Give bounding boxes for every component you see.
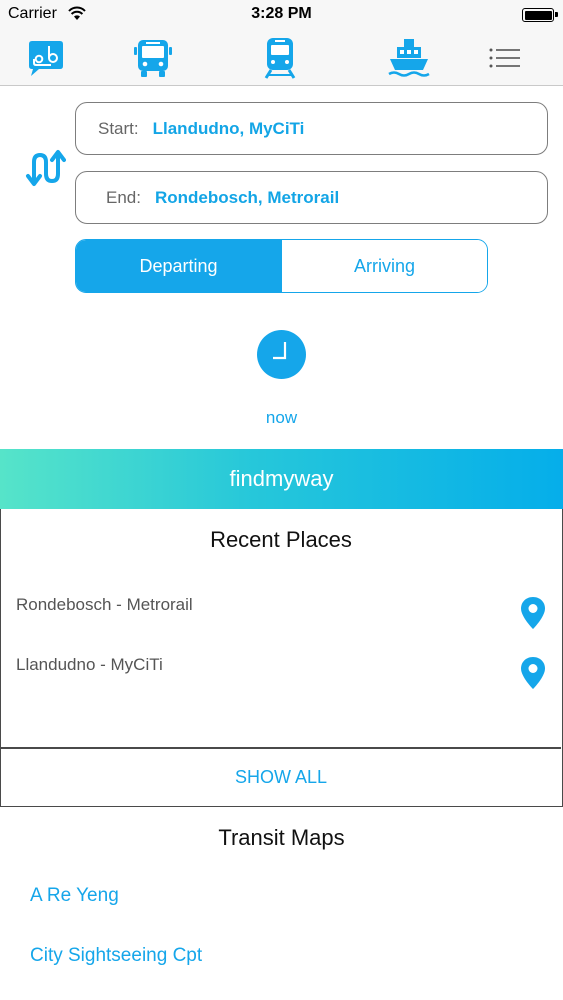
time-picker-button[interactable] [257,330,306,379]
recent-place-row[interactable]: Rondebosch - Metrorail [1,595,561,651]
map-pin-icon[interactable] [518,655,548,691]
findmyway-banner: findmyway [0,449,563,509]
train-icon [264,38,296,79]
swap-arrows-icon [26,150,66,186]
bus-icon [134,40,172,77]
recent-places-card: Recent Places Rondebosch - Metrorail Lla… [0,509,563,807]
start-location-field[interactable]: Start: Llandudno, MyCiTi [75,102,548,155]
recent-place-row[interactable]: Llandudno - MyCiTi [1,655,561,711]
chat-bubble-logo-icon [29,41,63,76]
clock-icon [273,342,287,360]
show-all-button[interactable]: SHOW ALL [1,748,561,806]
start-label: Start: [98,118,139,138]
status-bar: Carrier 3:28 PM [0,0,563,30]
transit-map-link[interactable]: City Sightseeing Cpt [30,945,202,967]
swap-route-button[interactable] [22,148,66,188]
nav-train-button[interactable] [258,36,302,80]
ferry-icon [388,39,430,77]
nav-menu-button[interactable] [482,36,526,80]
departing-option[interactable]: Departing [76,240,281,292]
arriving-option[interactable]: Arriving [281,240,487,292]
nav-home-button[interactable] [24,36,68,80]
banner-text: findmyway [229,466,334,491]
clock-time: 3:28 PM [251,5,312,22]
end-location-field[interactable]: End: Rondebosch, Metrorail [75,171,548,224]
recent-place-label: Rondebosch - Metrorail [16,595,193,614]
nav-bus-button[interactable] [131,36,175,80]
battery-icon [522,8,558,22]
start-value: Llandudno, MyCiTi [152,118,305,138]
end-value: Rondebosch, Metrorail [154,187,340,207]
recent-places-title: Recent Places [210,527,352,552]
nav-bar [0,30,563,86]
nav-ferry-button[interactable] [387,36,431,80]
transit-maps-title: Transit Maps [218,825,345,850]
recent-place-label: Llandudno - MyCiTi [16,655,163,674]
menu-list-icon [489,48,520,68]
transit-map-link[interactable]: A Re Yeng [30,885,119,907]
end-label: End: [106,187,141,207]
map-pin-icon[interactable] [518,595,548,631]
timing-segmented-control: Departing Arriving [75,239,488,293]
selected-time[interactable]: now [0,408,563,428]
